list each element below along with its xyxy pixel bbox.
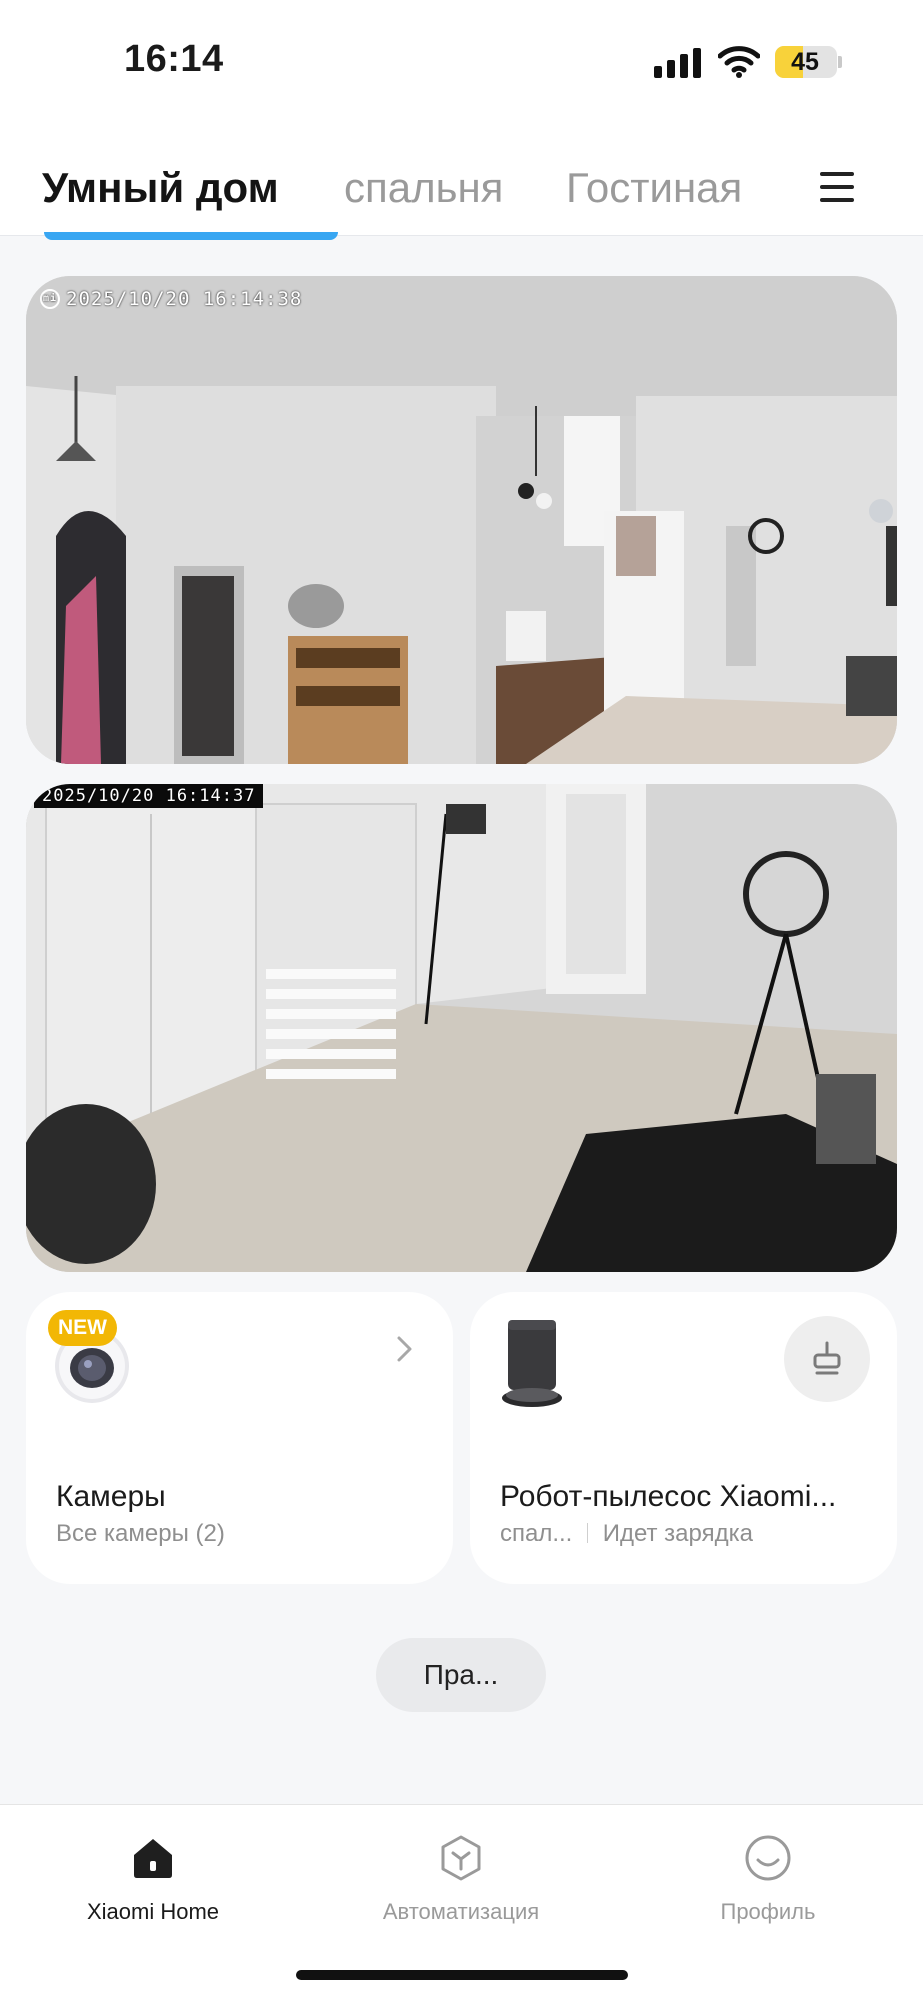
status-time: 16:14 [124,38,224,80]
card-title: Робот-пылесос Xiaomi... [500,1480,837,1513]
camera-timestamp: 2025/10/20 16:14:37 [34,784,264,808]
timestamp-text: 2025/10/20 16:14:38 [66,288,303,310]
cellular-signal-icon [654,48,702,78]
edit-button[interactable]: Пра... [376,1638,546,1712]
scroll-indicator [44,232,338,240]
status-bar: 16:14 45 [0,0,923,120]
new-badge: NEW [48,1310,117,1346]
nav-xiaomi-home[interactable]: Xiaomi Home [43,1833,263,1925]
profile-icon [745,1835,791,1881]
home-indicator [296,1970,628,1980]
camera-image [26,784,897,1272]
tab-smart-home[interactable]: Умный дом [42,164,279,212]
cameras-card[interactable]: NEW Камеры Все камеры (2) [26,1292,453,1584]
camera-feed-living-room[interactable]: mi 2025/10/20 16:14:38 [26,276,897,764]
menu-icon[interactable] [820,172,854,202]
nav-label: Автоматизация [382,1899,540,1924]
camera-feed-bedroom[interactable]: 2025/10/20 16:14:37 [26,784,897,1272]
nav-profile[interactable]: Профиль [658,1833,878,1925]
battery-indicator: 45 [775,46,837,78]
vacuum-room: спал... [500,1520,573,1547]
battery-level: 45 [791,48,819,76]
battery-cap [838,56,842,68]
nav-label: Xiaomi Home [86,1899,220,1924]
wifi-icon [718,46,760,78]
card-title: Камеры [56,1480,166,1513]
home-icon [134,1839,172,1878]
robot-vacuum-card[interactable]: Робот-пылесос Xiaomi... спал... Идет зар… [470,1292,897,1584]
nav-automation[interactable]: Автоматизация [351,1833,571,1925]
camera-image [26,276,897,764]
chevron-right-icon[interactable] [394,1334,416,1364]
nav-label: Профиль [720,1899,816,1924]
vacuum-clean-icon [813,1341,841,1375]
subtitle-divider [587,1523,589,1543]
vacuum-status: Идет зарядка [602,1520,753,1547]
mi-logo-icon: mi [40,289,60,309]
room-tabs: Умный дом спальня Гостиная [0,120,923,236]
automation-icon [441,1835,481,1881]
camera-timestamp: mi 2025/10/20 16:14:38 [40,288,302,310]
robot-vacuum-icon [502,1320,562,1407]
clean-button[interactable] [784,1316,870,1402]
tab-living-room[interactable]: Гостиная [566,164,742,212]
card-subtitle: спал... Идет зарядка [500,1520,753,1548]
tab-bedroom[interactable]: спальня [344,164,503,212]
card-subtitle: Все камеры (2) [56,1520,225,1547]
